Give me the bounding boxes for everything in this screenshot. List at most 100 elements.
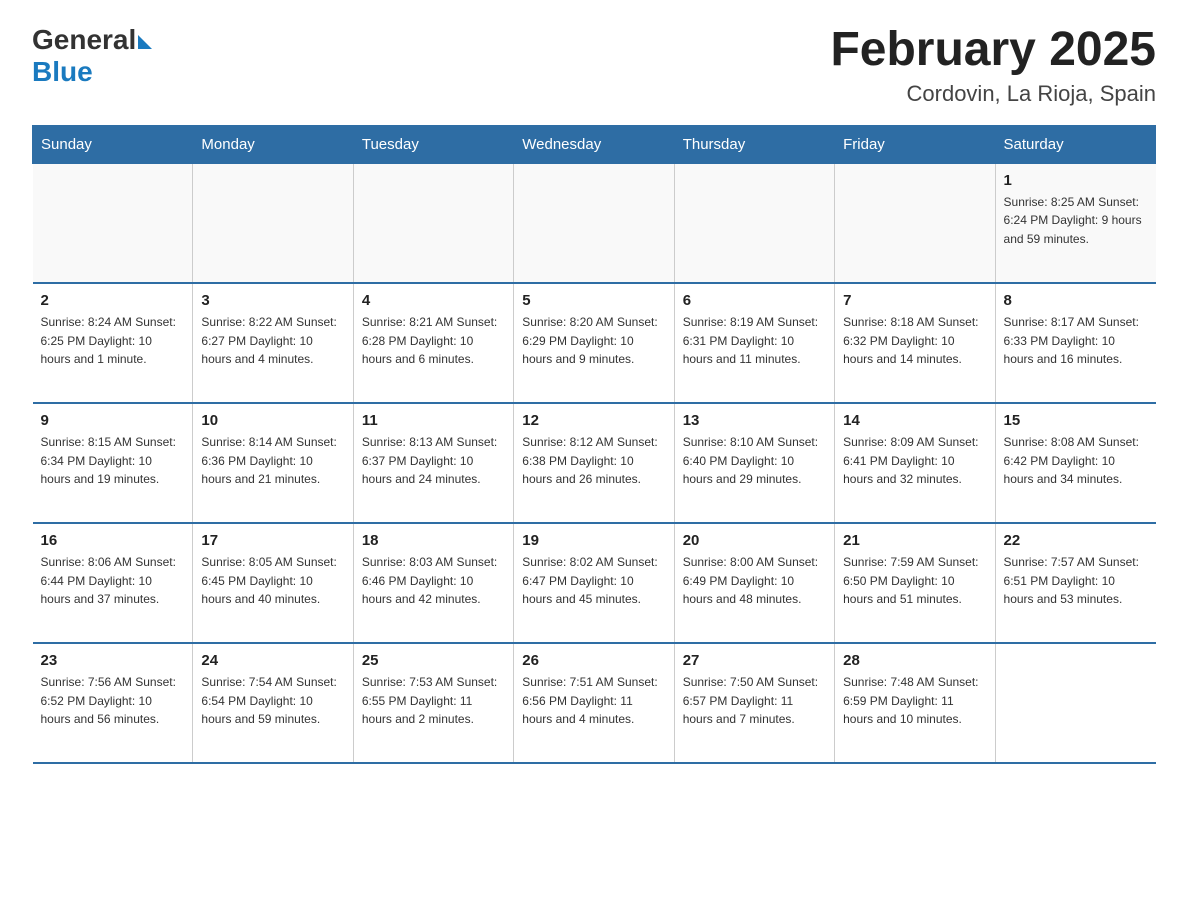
day-info: Sunrise: 8:00 AM Sunset: 6:49 PM Dayligh… — [683, 553, 826, 609]
day-number: 9 — [41, 412, 185, 429]
calendar-week-row: 9 Sunrise: 8:15 AM Sunset: 6:34 PM Daylig… — [33, 403, 1156, 523]
calendar-cell — [193, 163, 353, 283]
calendar-cell: 8Sunrise: 8:17 AM Sunset: 6:33 PM Daylig… — [995, 283, 1155, 403]
day-info: Sunrise: 7:56 AM Sunset: 6:52 PM Dayligh… — [41, 673, 185, 729]
day-number: 2 — [41, 292, 185, 309]
calendar-cell: 2Sunrise: 8:24 AM Sunset: 6:25 PM Daylig… — [33, 283, 193, 403]
calendar-cell: 15Sunrise: 8:08 AM Sunset: 6:42 PM Dayli… — [995, 403, 1155, 523]
day-number: 1 — [1004, 172, 1148, 189]
calendar-week-row: 1 Sunrise: 8:25 AM Sunset: 6:24 PM Daylig… — [33, 163, 1156, 283]
logo-triangle-icon — [138, 35, 152, 49]
day-number: 14 — [843, 412, 986, 429]
day-info: Sunrise: 8:12 AM Sunset: 6:38 PM Dayligh… — [522, 433, 665, 489]
day-info: Sunrise: 8:08 AM Sunset: 6:42 PM Dayligh… — [1004, 433, 1148, 489]
day-number: 21 — [843, 532, 986, 549]
calendar-cell: 16 Sunrise: 8:06 AM Sunset: 6:44 PM Dayli… — [33, 523, 193, 643]
day-info: Sunrise: 7:51 AM Sunset: 6:56 PM Dayligh… — [522, 673, 665, 729]
day-number: 24 — [201, 652, 344, 669]
day-number: 5 — [522, 292, 665, 309]
day-number: 20 — [683, 532, 826, 549]
calendar-header: SundayMondayTuesdayWednesdayThursdayFrid… — [33, 125, 1156, 163]
calendar-cell: 6 Sunrise: 8:19 AM Sunset: 6:31 PM Daylig… — [674, 283, 834, 403]
calendar-cell — [674, 163, 834, 283]
calendar-cell — [353, 163, 513, 283]
calendar-title-block: February 2025 Cordovin, La Rioja, Spain — [830, 24, 1156, 107]
calendar-cell: 17 Sunrise: 8:05 AM Sunset: 6:45 PM Dayli… — [193, 523, 353, 643]
day-number: 16 — [41, 532, 185, 549]
day-info: Sunrise: 7:59 AM Sunset: 6:50 PM Dayligh… — [843, 553, 986, 609]
day-number: 11 — [362, 412, 505, 429]
calendar-cell: 22 Sunrise: 7:57 AM Sunset: 6:51 PM Dayli… — [995, 523, 1155, 643]
calendar-cell: 21 Sunrise: 7:59 AM Sunset: 6:50 PM Dayli… — [835, 523, 995, 643]
header-day-thursday: Thursday — [674, 125, 834, 163]
calendar-week-row: 2Sunrise: 8:24 AM Sunset: 6:25 PM Daylig… — [33, 283, 1156, 403]
calendar-cell: 3 Sunrise: 8:22 AM Sunset: 6:27 PM Daylig… — [193, 283, 353, 403]
day-info: Sunrise: 8:13 AM Sunset: 6:37 PM Dayligh… — [362, 433, 505, 489]
day-info: Sunrise: 8:05 AM Sunset: 6:45 PM Dayligh… — [201, 553, 344, 609]
logo-general-text: General — [32, 24, 136, 56]
day-info: Sunrise: 8:17 AM Sunset: 6:33 PM Dayligh… — [1004, 313, 1148, 369]
calendar-cell: 12 Sunrise: 8:12 AM Sunset: 6:38 PM Dayli… — [514, 403, 674, 523]
header-day-sunday: Sunday — [33, 125, 193, 163]
calendar-cell: 5Sunrise: 8:20 AM Sunset: 6:29 PM Daylig… — [514, 283, 674, 403]
calendar-table: SundayMondayTuesdayWednesdayThursdayFrid… — [32, 125, 1156, 765]
header-row: SundayMondayTuesdayWednesdayThursdayFrid… — [33, 125, 1156, 163]
day-number: 17 — [201, 532, 344, 549]
day-info: Sunrise: 8:10 AM Sunset: 6:40 PM Dayligh… — [683, 433, 826, 489]
day-number: 22 — [1004, 532, 1148, 549]
calendar-cell: 25 Sunrise: 7:53 AM Sunset: 6:55 PM Dayli… — [353, 643, 513, 763]
day-info: Sunrise: 8:15 AM Sunset: 6:34 PM Dayligh… — [41, 433, 185, 489]
header-day-friday: Friday — [835, 125, 995, 163]
calendar-title: February 2025 — [830, 24, 1156, 77]
day-info: Sunrise: 8:19 AM Sunset: 6:31 PM Dayligh… — [683, 313, 826, 369]
calendar-week-row: 23 Sunrise: 7:56 AM Sunset: 6:52 PM Dayli… — [33, 643, 1156, 763]
calendar-subtitle: Cordovin, La Rioja, Spain — [830, 81, 1156, 107]
day-info: Sunrise: 8:14 AM Sunset: 6:36 PM Dayligh… — [201, 433, 344, 489]
day-info: Sunrise: 8:22 AM Sunset: 6:27 PM Dayligh… — [201, 313, 344, 369]
calendar-week-row: 16 Sunrise: 8:06 AM Sunset: 6:44 PM Dayli… — [33, 523, 1156, 643]
day-number: 12 — [522, 412, 665, 429]
day-info: Sunrise: 8:18 AM Sunset: 6:32 PM Dayligh… — [843, 313, 986, 369]
day-info: Sunrise: 8:21 AM Sunset: 6:28 PM Dayligh… — [362, 313, 505, 369]
day-number: 28 — [843, 652, 986, 669]
calendar-cell: 11 Sunrise: 8:13 AM Sunset: 6:37 PM Dayli… — [353, 403, 513, 523]
day-number: 23 — [41, 652, 185, 669]
page-header: General Blue February 2025 Cordovin, La … — [32, 24, 1156, 107]
calendar-cell — [995, 643, 1155, 763]
calendar-cell: 7 Sunrise: 8:18 AM Sunset: 6:32 PM Daylig… — [835, 283, 995, 403]
calendar-cell — [835, 163, 995, 283]
day-number: 25 — [362, 652, 505, 669]
day-info: Sunrise: 7:50 AM Sunset: 6:57 PM Dayligh… — [683, 673, 826, 729]
logo-blue-text: Blue — [32, 56, 93, 87]
header-day-monday: Monday — [193, 125, 353, 163]
calendar-cell: 9 Sunrise: 8:15 AM Sunset: 6:34 PM Daylig… — [33, 403, 193, 523]
calendar-body: 1 Sunrise: 8:25 AM Sunset: 6:24 PM Daylig… — [33, 163, 1156, 763]
calendar-cell: 13 Sunrise: 8:10 AM Sunset: 6:40 PM Dayli… — [674, 403, 834, 523]
calendar-cell: 24 Sunrise: 7:54 AM Sunset: 6:54 PM Dayli… — [193, 643, 353, 763]
day-number: 7 — [843, 292, 986, 309]
calendar-cell: 28 Sunrise: 7:48 AM Sunset: 6:59 PM Dayli… — [835, 643, 995, 763]
day-number: 27 — [683, 652, 826, 669]
calendar-cell: 19Sunrise: 8:02 AM Sunset: 6:47 PM Dayli… — [514, 523, 674, 643]
day-number: 3 — [201, 292, 344, 309]
calendar-cell — [514, 163, 674, 283]
day-info: Sunrise: 7:48 AM Sunset: 6:59 PM Dayligh… — [843, 673, 986, 729]
day-info: Sunrise: 8:06 AM Sunset: 6:44 PM Dayligh… — [41, 553, 185, 609]
day-info: Sunrise: 8:25 AM Sunset: 6:24 PM Dayligh… — [1004, 193, 1148, 249]
day-number: 18 — [362, 532, 505, 549]
calendar-cell: 10Sunrise: 8:14 AM Sunset: 6:36 PM Dayli… — [193, 403, 353, 523]
header-day-saturday: Saturday — [995, 125, 1155, 163]
day-info: Sunrise: 7:53 AM Sunset: 6:55 PM Dayligh… — [362, 673, 505, 729]
calendar-cell: 23 Sunrise: 7:56 AM Sunset: 6:52 PM Dayli… — [33, 643, 193, 763]
calendar-cell: 1 Sunrise: 8:25 AM Sunset: 6:24 PM Daylig… — [995, 163, 1155, 283]
day-number: 6 — [683, 292, 826, 309]
day-info: Sunrise: 8:03 AM Sunset: 6:46 PM Dayligh… — [362, 553, 505, 609]
day-number: 13 — [683, 412, 826, 429]
logo: General Blue — [32, 24, 152, 88]
day-info: Sunrise: 7:57 AM Sunset: 6:51 PM Dayligh… — [1004, 553, 1148, 609]
header-day-tuesday: Tuesday — [353, 125, 513, 163]
day-number: 26 — [522, 652, 665, 669]
day-info: Sunrise: 8:09 AM Sunset: 6:41 PM Dayligh… — [843, 433, 986, 489]
header-day-wednesday: Wednesday — [514, 125, 674, 163]
day-info: Sunrise: 7:54 AM Sunset: 6:54 PM Dayligh… — [201, 673, 344, 729]
